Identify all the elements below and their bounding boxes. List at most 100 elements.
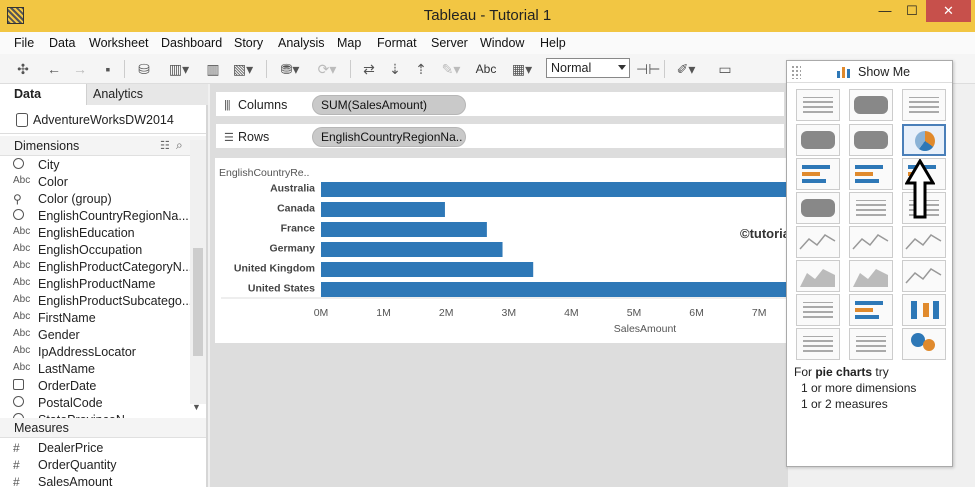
show-me-header[interactable]: Show Me [787,61,952,83]
menu-format[interactable]: Format [377,36,417,50]
scroll-down-icon[interactable]: ▼ [192,402,201,412]
undo-icon[interactable]: ← [44,59,64,79]
packed-bubbles-thumbnail[interactable] [902,328,946,360]
lines-continuous-thumbnail[interactable] [796,226,840,258]
dimension-field[interactable]: ⚲ Color (group) [0,191,190,208]
dimension-field[interactable]: PostalCode [0,395,190,412]
menu-map[interactable]: Map [337,36,361,50]
dimension-field[interactable]: Abc LastName [0,361,190,378]
dimension-field[interactable]: Abc EnglishEducation [0,225,190,242]
measure-field[interactable]: # DealerPrice [0,440,190,457]
bar[interactable] [321,242,503,257]
rows-label: Rows [238,130,270,144]
save-icon[interactable]: ▪ [98,59,118,79]
pie-chart-thumbnail[interactable] [902,124,946,156]
dual-combination-thumbnail[interactable] [902,260,946,292]
field-type-icon: # [13,458,33,472]
menu-dashboard[interactable]: Dashboard [161,36,222,50]
fit-view-icon[interactable]: ▦▾ [506,59,538,79]
columns-pill[interactable]: SUM(SalesAmount) [312,95,466,115]
arrow-up-icon [905,159,935,219]
histogram-thumbnail[interactable] [849,294,893,326]
scroll-thumb[interactable] [193,248,203,356]
bar[interactable] [321,262,534,277]
filled-map-thumbnail[interactable] [849,124,893,156]
dimension-field[interactable]: Abc EnglishProductCategoryN... [0,259,192,276]
dimension-field[interactable]: Abc FirstName [0,310,190,327]
new-worksheet-icon[interactable]: ▥▾ [164,59,194,79]
view-list-icon[interactable]: ☷ [160,139,170,152]
grip-icon[interactable] [791,65,801,79]
x-tick-label: 7M [752,307,767,319]
menu-help[interactable]: Help [540,36,566,50]
symbol-map-thumbnail[interactable] [796,124,840,156]
pause-updates-icon[interactable]: ⛃▾ [275,59,305,79]
box-whisker-thumbnail[interactable] [902,294,946,326]
menu-window[interactable]: Window [480,36,524,50]
close-button[interactable]: ✕ [926,0,971,22]
tableau-logo-icon[interactable]: ✣ [12,59,34,79]
dimension-field[interactable]: Abc Color [0,174,190,191]
dual-lines-thumbnail[interactable] [902,226,946,258]
measure-field[interactable]: # OrderQuantity [0,457,190,474]
circle-views-thumbnail[interactable] [849,192,893,224]
refresh-icon[interactable]: ⟳▾ [312,59,342,79]
fix-axes-icon[interactable]: ⊣⊢ [636,59,660,79]
duplicate-sheet-icon[interactable]: ▥ [202,59,224,79]
swap-rows-columns-icon[interactable]: ⇄ [358,59,380,79]
dimension-field[interactable]: Abc EnglishOccupation [0,242,190,259]
clear-sheet-icon[interactable]: ▧▾ [228,59,258,79]
bar[interactable] [321,282,787,297]
measure-field[interactable]: # SalesAmount [0,474,190,487]
menu-story[interactable]: Story [234,36,263,50]
new-datasource-icon[interactable]: ⛁ [133,59,155,79]
sort-ascending-icon[interactable]: ⇣ [384,59,406,79]
highlight-table-thumbnail[interactable] [902,89,946,121]
redo-icon[interactable]: → [70,59,90,79]
dimension-field[interactable]: Abc Gender [0,327,190,344]
pen-tools-icon[interactable]: ✐▾ [670,59,702,79]
menu-file[interactable]: File [14,36,34,50]
dimension-field[interactable]: Abc IpAddressLocator [0,344,190,361]
menu-data[interactable]: Data [49,36,75,50]
treemap-thumbnail[interactable] [796,192,840,224]
area-continuous-thumbnail[interactable] [796,260,840,292]
dimension-field[interactable]: EnglishCountryRegionNa... [0,208,190,225]
menu-analysis[interactable]: Analysis [278,36,325,50]
bar[interactable] [321,222,487,237]
search-icon[interactable]: ⌕ [176,138,183,153]
tab-analytics[interactable]: Analytics [86,84,208,105]
columns-shelf[interactable]: ||| Columns SUM(SalesAmount) [215,91,785,117]
text-table-thumbnail[interactable] [796,89,840,121]
lines-discrete-thumbnail[interactable] [849,226,893,258]
presentation-mode-icon[interactable]: ▭ [714,59,736,79]
menu-worksheet[interactable]: Worksheet [89,36,149,50]
scatter-plot-thumbnail[interactable] [796,294,840,326]
rows-shelf[interactable]: ☰ Rows EnglishCountryRegionNa.. [215,123,785,149]
gantt-chart-thumbnail[interactable] [796,328,840,360]
show-mark-labels-button[interactable]: Abc [472,59,500,79]
category-label: Germany [269,243,315,255]
dimension-field[interactable]: Abc EnglishProductName [0,276,190,293]
dimension-field[interactable]: Abc EnglishProductSubcatego... [0,293,192,310]
bar[interactable] [321,182,787,197]
datasource-item[interactable]: AdventureWorksDW2014 [0,106,206,134]
rows-pill[interactable]: EnglishCountryRegionNa.. [312,127,466,147]
heat-map-thumbnail[interactable] [849,89,893,121]
bullet-graph-thumbnail[interactable] [849,328,893,360]
minimize-button[interactable]: — [872,0,898,22]
maximize-button[interactable]: ☐ [899,0,925,22]
highlight-icon[interactable]: ✎▾ [436,59,466,79]
bar[interactable] [321,202,445,217]
stacked-bars-thumbnail[interactable] [849,158,893,190]
dimension-name: City [38,158,60,172]
dimension-field[interactable]: OrderDate [0,378,190,395]
dimensions-scrollbar[interactable]: ▼ [190,140,206,412]
horizontal-bars-thumbnail[interactable] [796,158,840,190]
tab-data[interactable]: Data [0,84,86,105]
area-discrete-thumbnail[interactable] [849,260,893,292]
fit-select[interactable]: Normal [546,58,630,78]
sort-descending-icon[interactable]: ⇡ [410,59,432,79]
dimension-field[interactable]: City [0,157,190,174]
menu-server[interactable]: Server [431,36,468,50]
